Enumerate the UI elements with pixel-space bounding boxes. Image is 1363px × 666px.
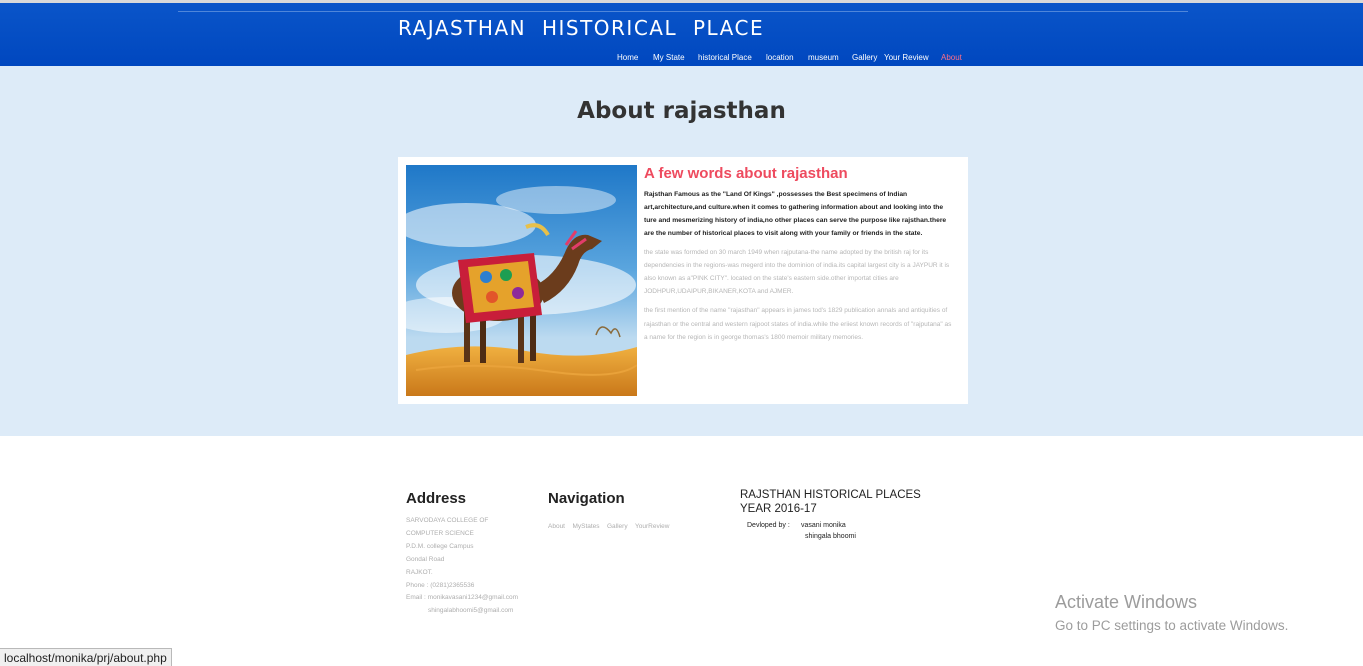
nav-link-gallery[interactable]: Gallery <box>852 53 877 62</box>
browser-status-bar-url: localhost/monika/prj/about.php <box>0 648 172 666</box>
address-line: Gondal Road <box>406 555 445 563</box>
nav-link-museum[interactable]: museum <box>808 53 839 62</box>
footer-link-about[interactable]: About <box>548 523 565 530</box>
footer-address-title: Address <box>406 490 467 507</box>
camel-photo <box>406 165 637 396</box>
about-paragraph-2: the first mention of the name "rajasthan… <box>644 307 952 341</box>
page-title: About rajasthan <box>577 98 786 124</box>
about-paragraph-1: the state was formded on 30 march 1949 w… <box>644 248 950 296</box>
page: RAJASTHAN HISTORICAL PLACE Home My State… <box>0 0 1363 666</box>
nav-link-location[interactable]: location <box>766 53 794 62</box>
address-email: Email : monikavasani1234@gmail.com <box>406 594 519 602</box>
address-line: COMPUTER SCIENCE <box>406 529 474 537</box>
nav-link-your-review[interactable]: Your Review <box>884 53 929 62</box>
nav-link-home[interactable]: Home <box>617 53 638 62</box>
footer-link-gallery[interactable]: Gallery <box>607 523 628 530</box>
developed-by-label: Devloped by : <box>747 522 790 529</box>
developer-name: vasani monika <box>801 522 846 529</box>
footer-address: Address SARVODAYA COLLEGE OF COMPUTER SC… <box>406 490 518 618</box>
activate-windows-title: Activate Windows <box>1055 592 1198 612</box>
activate-windows-subtitle: Go to PC settings to activate Windows. <box>1055 618 1289 633</box>
nav-link-about[interactable]: About <box>941 53 962 62</box>
about-lead-paragraph: Rajsthan Famous as the "Land Of Kings" ,… <box>644 191 947 237</box>
developer-name: shingala bhoomi <box>805 533 856 540</box>
about-content: A few words about rajasthan Rajsthan Fam… <box>644 165 954 350</box>
nav-link-my-state[interactable]: My State <box>653 53 685 62</box>
about-card: A few words about rajasthan Rajsthan Fam… <box>398 157 968 404</box>
footer-project-title: RAJSTHAN HISTORICAL PLACES YEAR 2016-17 <box>740 489 921 515</box>
address-line: RAJKOT. <box>406 568 433 576</box>
activate-windows-watermark: Activate Windows Go to PC settings to ac… <box>1055 592 1288 633</box>
address-line: SARVODAYA COLLEGE OF <box>406 517 489 524</box>
header-divider <box>178 11 1188 12</box>
footer-link-mystates[interactable]: MyStates <box>572 523 599 530</box>
footer-nav-links: About MyStates Gallery YourReview <box>548 515 673 533</box>
camel-image <box>406 165 637 396</box>
footer-navigation: Navigation About MyStates Gallery YourRe… <box>548 490 673 533</box>
address-phone: Phone : (0281)2365536 <box>406 581 475 589</box>
site-title: RAJASTHAN HISTORICAL PLACE <box>398 16 765 40</box>
footer-link-yourreview[interactable]: YourReview <box>635 523 669 530</box>
nav-link-historical-place[interactable]: historical Place <box>698 53 752 62</box>
address-line: P.D.M. college Campus <box>406 542 474 550</box>
about-heading: A few words about rajasthan <box>644 165 848 182</box>
address-email-2: shingalabhoomi5@gmail.com <box>428 607 514 615</box>
footer-navigation-title: Navigation <box>548 490 625 507</box>
